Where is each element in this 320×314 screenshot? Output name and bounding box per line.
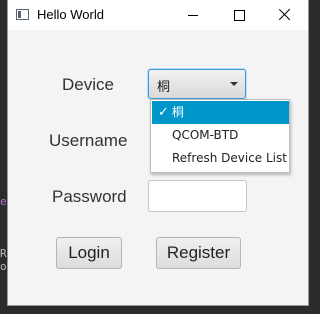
device-combobox[interactable]: 桐 xyxy=(148,69,246,99)
dropdown-item-label: 桐 xyxy=(171,105,184,119)
background-text: e xyxy=(0,195,7,208)
minimize-icon xyxy=(188,15,198,16)
username-label: Username xyxy=(49,131,128,150)
background-text: o. xyxy=(0,260,8,273)
minimize-button[interactable] xyxy=(170,0,216,30)
register-button[interactable]: Register xyxy=(156,237,241,269)
background-app: e Re o. xyxy=(0,0,8,314)
device-dropdown-list: ✓ 桐 QCOM-BTD Refresh Device List xyxy=(150,99,290,173)
checkmark-icon: ✓ xyxy=(158,105,169,120)
window-icon xyxy=(16,9,29,20)
password-label: Password xyxy=(52,187,127,206)
password-field[interactable] xyxy=(148,180,247,212)
device-label: Device xyxy=(62,75,114,94)
maximize-button[interactable] xyxy=(216,0,262,30)
dropdown-item-refresh[interactable]: Refresh Device List xyxy=(152,147,289,170)
chevron-down-icon xyxy=(230,82,238,86)
close-icon xyxy=(279,8,291,20)
app-window: Hello World Device Username Password 桐 L… xyxy=(8,0,308,305)
close-button[interactable] xyxy=(262,0,308,30)
window-title: Hello World xyxy=(37,7,104,22)
background-text: Re xyxy=(0,247,8,260)
title-bar[interactable]: Hello World xyxy=(8,0,308,30)
device-selected-value: 桐 xyxy=(157,80,171,95)
dropdown-item-qcom-btd[interactable]: QCOM-BTD xyxy=(152,124,289,147)
login-button[interactable]: Login xyxy=(56,237,122,269)
dropdown-item-selected[interactable]: ✓ 桐 xyxy=(152,101,289,124)
maximize-icon xyxy=(234,10,245,21)
